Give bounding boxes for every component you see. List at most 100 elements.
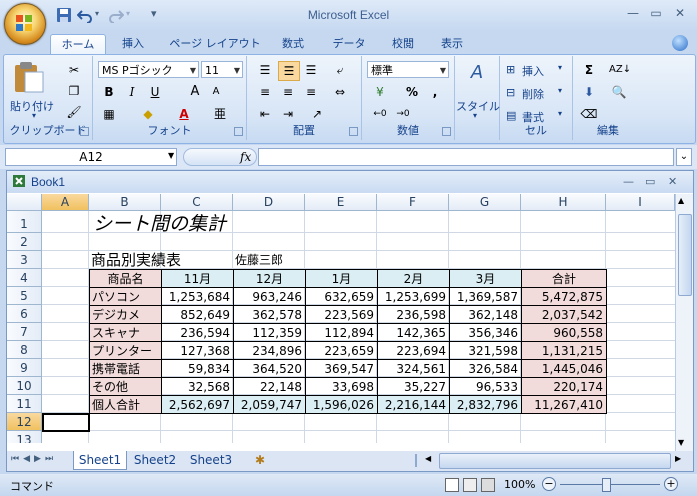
cell-d4[interactable]: 12月 xyxy=(233,269,306,288)
borders-icon[interactable]: ▦ xyxy=(99,105,119,123)
insert-cells-icon[interactable]: ⊞ xyxy=(506,63,515,76)
cell-c11[interactable]: 2,562,697 xyxy=(161,395,234,414)
italic-button[interactable]: I xyxy=(122,83,142,101)
tab-home[interactable]: ホーム xyxy=(50,34,106,55)
cell-h7[interactable]: 960,558 xyxy=(521,323,607,342)
row-header-1[interactable]: 1 xyxy=(7,211,42,233)
cell-e10[interactable]: 33,698 xyxy=(305,377,378,396)
page-layout-view-icon[interactable] xyxy=(463,478,477,492)
cell-f7[interactable]: 142,365 xyxy=(377,323,450,342)
cell-g4[interactable]: 3月 xyxy=(449,269,522,288)
underline-button[interactable]: U xyxy=(145,83,165,101)
select-all-button[interactable] xyxy=(7,194,42,211)
sheet-tab-2[interactable]: Sheet2 xyxy=(129,451,181,469)
styles-dropdown-icon[interactable]: ▾ xyxy=(473,111,477,120)
cell-e4[interactable]: 1月 xyxy=(305,269,378,288)
close-icon[interactable]: ✕ xyxy=(672,6,688,20)
column-header-c[interactable]: C xyxy=(161,194,233,211)
cell-h6[interactable]: 2,037,542 xyxy=(521,305,607,324)
column-header-b[interactable]: B xyxy=(89,194,161,211)
expand-formula-icon[interactable]: ⌄ xyxy=(676,148,692,166)
cell-b4[interactable]: 商品名 xyxy=(89,269,162,288)
tab-data[interactable]: データ xyxy=(321,34,377,54)
font-name-combo[interactable]: MS Pゴシック ▼ xyxy=(98,61,199,78)
undo-icon[interactable] xyxy=(77,7,93,23)
row-header-2[interactable]: 2 xyxy=(7,233,42,251)
column-header-h[interactable]: H xyxy=(521,194,606,211)
chevron-down-icon[interactable]: ▾ xyxy=(558,86,562,95)
cell-e5[interactable]: 632,659 xyxy=(305,287,378,306)
column-header-e[interactable]: E xyxy=(305,194,377,211)
page-break-view-icon[interactable] xyxy=(481,478,495,492)
cell-h5[interactable]: 5,472,875 xyxy=(521,287,607,306)
paste-icon[interactable] xyxy=(12,60,46,94)
cell-b11[interactable]: 個人合計 xyxy=(89,395,162,414)
cell-h4[interactable]: 合計 xyxy=(521,269,607,288)
find-select-icon[interactable]: 🔍 xyxy=(609,83,629,101)
cell-c10[interactable]: 32,568 xyxy=(161,377,234,396)
cell-d9[interactable]: 364,520 xyxy=(233,359,306,378)
styles-button[interactable]: スタイル xyxy=(456,98,500,114)
sort-filter-icon[interactable]: AZ↓ xyxy=(609,61,631,79)
delete-cells-button[interactable]: 削除 xyxy=(522,86,544,102)
cell-d11[interactable]: 2,059,747 xyxy=(233,395,306,414)
cell-g6[interactable]: 362,148 xyxy=(449,305,522,324)
chevron-down-icon[interactable]: ▾ xyxy=(558,63,562,72)
horizontal-scroll-thumb[interactable] xyxy=(439,453,671,469)
sheet-tab-3[interactable]: Sheet3 xyxy=(185,451,237,469)
cell-f9[interactable]: 324,561 xyxy=(377,359,450,378)
cell-h8[interactable]: 1,131,215 xyxy=(521,341,607,360)
fill-icon[interactable]: ⬇ xyxy=(579,83,599,101)
tab-split-handle[interactable] xyxy=(415,454,423,467)
column-header-f[interactable]: F xyxy=(377,194,449,211)
office-button[interactable] xyxy=(4,3,46,45)
redo-dropdown-icon[interactable]: ▾ xyxy=(126,9,130,18)
cell-b8[interactable]: プリンター xyxy=(89,341,162,360)
tab-page-layout[interactable]: ページ レイアウト xyxy=(163,34,267,54)
format-cells-icon[interactable]: ▤ xyxy=(506,109,516,122)
cell-f8[interactable]: 223,694 xyxy=(377,341,450,360)
cell-f11[interactable]: 2,216,144 xyxy=(377,395,450,414)
fill-color-icon[interactable]: ◆ xyxy=(138,105,158,123)
zoom-in-icon[interactable]: + xyxy=(664,477,678,491)
zoom-slider-thumb[interactable] xyxy=(602,478,611,492)
tab-review[interactable]: 校閲 xyxy=(383,34,423,54)
insert-sheet-icon[interactable]: ✱ xyxy=(249,451,271,469)
cell-d7[interactable]: 112,359 xyxy=(233,323,306,342)
vertical-scrollbar[interactable]: ▲ ▼ xyxy=(675,194,693,451)
row-header-13[interactable]: 13 xyxy=(7,431,42,443)
cell-h9[interactable]: 1,445,046 xyxy=(521,359,607,378)
clear-icon[interactable]: ⌫ xyxy=(579,105,599,123)
undo-dropdown-icon[interactable]: ▾ xyxy=(95,9,99,18)
cell-g7[interactable]: 356,346 xyxy=(449,323,522,342)
cell-c5[interactable]: 1,253,684 xyxy=(161,287,234,306)
grow-font-button[interactable]: A xyxy=(185,83,205,101)
cell-g9[interactable]: 326,584 xyxy=(449,359,522,378)
formula-input[interactable] xyxy=(258,148,674,166)
column-header-d[interactable]: D xyxy=(233,194,305,211)
align-top-icon[interactable]: ☰ xyxy=(255,61,275,79)
help-icon[interactable] xyxy=(672,35,688,51)
cell-e7[interactable]: 112,894 xyxy=(305,323,378,342)
cell-b7[interactable]: スキャナ xyxy=(89,323,162,342)
row-header-7[interactable]: 7 xyxy=(7,323,42,341)
column-header-a[interactable]: A xyxy=(42,194,89,211)
cell-c7[interactable]: 236,594 xyxy=(161,323,234,342)
row-header-12[interactable]: 12 xyxy=(7,413,42,431)
cell-d5[interactable]: 963,246 xyxy=(233,287,306,306)
cell-f6[interactable]: 236,598 xyxy=(377,305,450,324)
comma-button[interactable]: , xyxy=(425,83,445,101)
cell-g11[interactable]: 2,832,796 xyxy=(449,395,522,414)
cell-b6[interactable]: デジカメ xyxy=(89,305,162,324)
wrap-text-icon[interactable]: ⤶ xyxy=(330,61,350,79)
clipboard-launcher-icon[interactable] xyxy=(80,127,89,136)
font-color-icon[interactable]: A xyxy=(174,105,194,123)
row-header-5[interactable]: 5 xyxy=(7,287,42,305)
cell-f10[interactable]: 35,227 xyxy=(377,377,450,396)
align-middle-icon[interactable]: ☰ xyxy=(278,61,300,81)
column-header-i[interactable]: I xyxy=(606,194,675,211)
save-icon[interactable] xyxy=(56,7,72,23)
row-header-8[interactable]: 8 xyxy=(7,341,42,359)
name-box-dropdown-icon[interactable]: ▼ xyxy=(168,151,174,160)
cell-d10[interactable]: 22,148 xyxy=(233,377,306,396)
